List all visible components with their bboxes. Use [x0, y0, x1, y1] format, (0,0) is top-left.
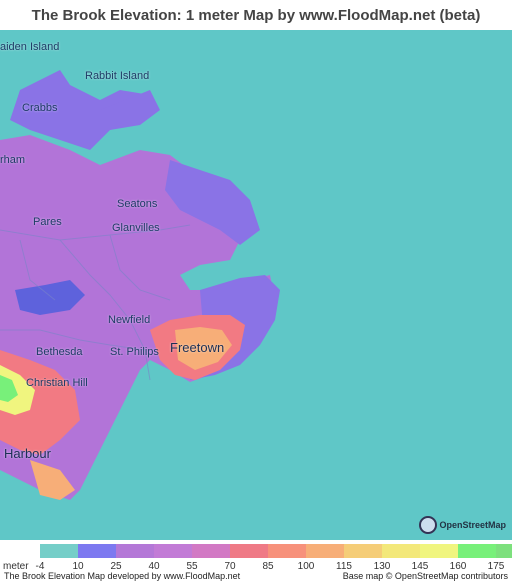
map-label-glanvilles[interactable]: Glanvilles: [112, 222, 160, 234]
legend-swatch: [230, 544, 268, 558]
map-label-freetown[interactable]: Freetown: [170, 340, 224, 355]
map-label-rabbit-island[interactable]: Rabbit Island: [85, 70, 149, 82]
legend-swatch: [268, 544, 306, 558]
map-label-crabbs[interactable]: Crabbs: [22, 102, 57, 114]
openstreetmap-badge[interactable]: OpenStreetMap: [419, 516, 506, 534]
map-label-newfield[interactable]: Newfield: [108, 314, 150, 326]
openstreetmap-logo-icon: [419, 516, 438, 534]
legend-swatch: [116, 544, 154, 558]
map-label-pares[interactable]: Pares: [33, 216, 62, 228]
legend-swatch: [192, 544, 230, 558]
map-terrain: [0, 70, 280, 500]
map-label-harbour[interactable]: Harbour: [4, 446, 51, 461]
map-label-bethesda[interactable]: Bethesda: [36, 346, 82, 358]
legend-swatch: [154, 544, 192, 558]
legend-swatch: [496, 544, 512, 558]
legend-swatch: [306, 544, 344, 558]
map-label-maiden-island[interactable]: aiden Island: [0, 41, 59, 53]
legend-swatch: [382, 544, 420, 558]
map-label-christian-hill[interactable]: Christian Hill: [26, 377, 88, 389]
elevation-map[interactable]: aiden Island Rabbit Island Crabbs rham S…: [0, 30, 512, 540]
page-title: The Brook Elevation: 1 meter Map by www.…: [31, 6, 481, 24]
legend-swatch: [458, 544, 496, 558]
map-label-st-philips[interactable]: St. Philips: [110, 346, 159, 358]
legend-swatch: [78, 544, 116, 558]
map-label-parham[interactable]: rham: [0, 154, 25, 166]
legend-color-bar: [40, 544, 512, 558]
footer-credit: The Brook Elevation Map developed by www…: [4, 571, 241, 581]
map-label-seatons[interactable]: Seatons: [117, 198, 157, 210]
legend-swatch: [420, 544, 458, 558]
footer-basemap: Base map © OpenStreetMap contributors: [342, 571, 508, 581]
legend-swatch: [40, 544, 78, 558]
openstreetmap-badge-label: OpenStreetMap: [439, 520, 506, 530]
footer: The Brook Elevation Map developed by www…: [0, 571, 512, 582]
legend-swatch: [344, 544, 382, 558]
